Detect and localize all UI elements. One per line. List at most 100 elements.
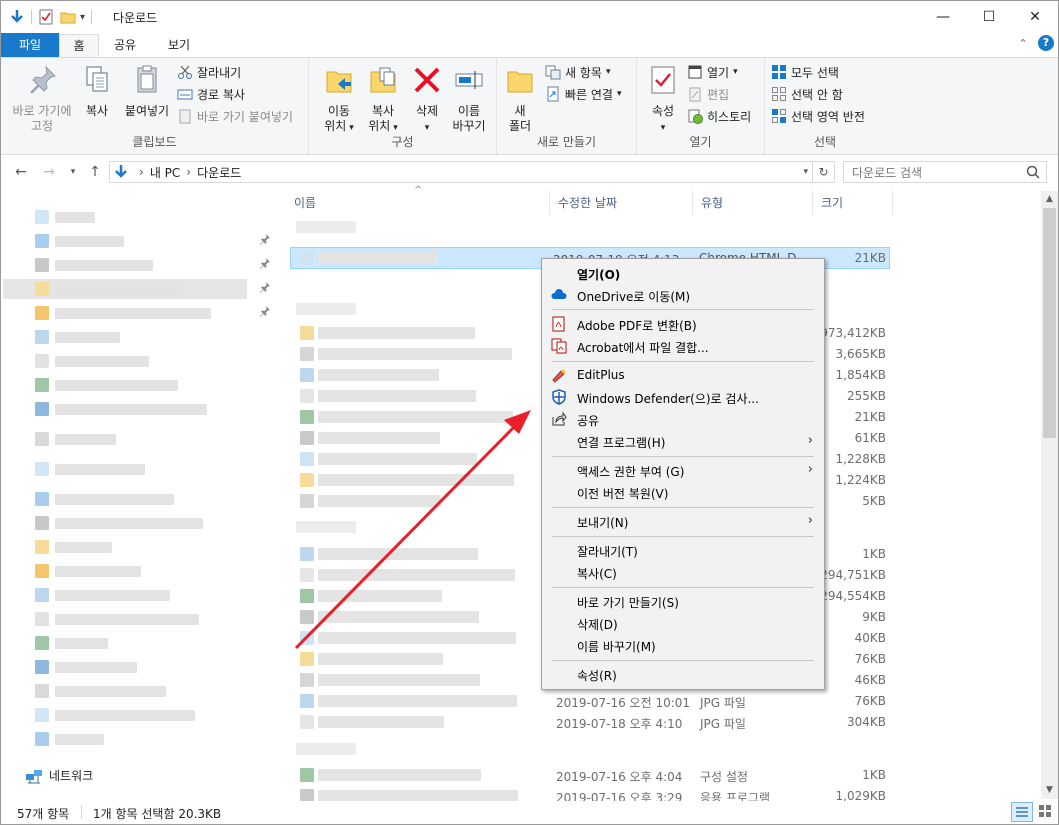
menu-item-cut[interactable]: 잘라내기(T) — [543, 539, 823, 561]
nav-item[interactable] — [25, 633, 225, 653]
new-item-button[interactable]: 새 항목 ▾ — [545, 62, 610, 82]
invert-selection-button[interactable]: 선택 영역 반전 — [771, 106, 865, 126]
nav-item[interactable] — [25, 459, 225, 479]
paste-button[interactable]: 붙여넣기 — [119, 64, 175, 119]
breadcrumb-downloads[interactable]: 다운로드 — [197, 164, 241, 181]
nav-item[interactable] — [25, 351, 225, 371]
new-folder-button[interactable]: 새 폴더 — [503, 64, 537, 134]
nav-item[interactable] — [25, 207, 225, 227]
nav-item[interactable] — [25, 585, 225, 605]
pin-icon[interactable] — [259, 281, 271, 296]
tab-home[interactable]: 홈 — [59, 34, 99, 57]
properties-button[interactable]: 속성 ▾ — [643, 64, 683, 136]
nav-item[interactable] — [25, 729, 225, 749]
column-header-name[interactable]: 이름 — [286, 191, 550, 215]
menu-item-rename[interactable]: 이름 바꾸기(M) — [543, 634, 823, 656]
nav-item[interactable] — [25, 681, 225, 701]
qat-dropdown-icon[interactable]: ▾ — [80, 12, 85, 23]
scroll-up-icon[interactable]: ▲ — [1041, 191, 1058, 208]
move-to-button[interactable]: 이동 위치 ▾ — [317, 64, 361, 136]
download-arrow-icon[interactable] — [9, 9, 25, 25]
menu-item-delete[interactable]: 삭제(D) — [543, 612, 823, 634]
table-row[interactable]: 2019-07-18 오후 4:10 JPG 파일 304KB — [290, 712, 890, 733]
copy-button[interactable]: 복사 — [77, 64, 117, 119]
vertical-scrollbar[interactable]: ▲ ▼ — [1041, 191, 1058, 799]
menu-item-open[interactable]: 열기(O) — [543, 262, 823, 284]
forward-arrow-icon[interactable]: → — [39, 162, 59, 182]
nav-item[interactable] — [25, 705, 225, 725]
back-arrow-icon[interactable]: ← — [11, 162, 31, 182]
rename-button[interactable]: 이름 바꾸기 — [447, 64, 491, 134]
search-input[interactable]: 다운로드 검색 — [843, 161, 1047, 183]
menu-item-properties[interactable]: 속성(R) — [543, 663, 823, 685]
nav-item[interactable] — [3, 279, 247, 299]
easy-access-button[interactable]: 빠른 연결 ▾ — [545, 84, 622, 104]
nav-item[interactable] — [25, 609, 225, 629]
recent-locations-icon[interactable]: ▾ — [63, 162, 83, 182]
edit-button[interactable]: 편집 — [687, 84, 729, 104]
nav-item[interactable] — [25, 231, 225, 251]
nav-item[interactable] — [25, 513, 225, 533]
address-dropdown-icon[interactable]: ▾ — [803, 167, 808, 177]
menu-item-create-shortcut[interactable]: 바로 가기 만들기(S) — [543, 590, 823, 612]
help-icon[interactable]: ? — [1035, 27, 1057, 59]
nav-item[interactable] — [25, 375, 225, 395]
menu-item-onedrive[interactable]: OneDrive로 이동(M) — [543, 284, 823, 306]
up-arrow-icon[interactable]: ↑ — [85, 162, 105, 182]
properties-check-icon[interactable] — [38, 9, 54, 25]
large-icons-view-icon[interactable] — [1035, 802, 1057, 822]
menu-item-give-access[interactable]: 액세스 권한 부여 (G) › — [543, 459, 823, 481]
nav-item[interactable] — [25, 537, 225, 557]
menu-item-adobe-pdf[interactable]: Adobe PDF로 변환(B) — [543, 313, 823, 335]
select-none-button[interactable]: 선택 안 함 — [771, 84, 843, 104]
scroll-down-icon[interactable]: ▼ — [1041, 782, 1058, 799]
new-folder-icon[interactable] — [60, 9, 76, 25]
details-view-icon[interactable] — [1011, 802, 1033, 822]
menu-item-defender-scan[interactable]: Windows Defender(으)로 검사... — [543, 386, 823, 408]
copy-path-button[interactable]: 경로 복사 — [177, 84, 245, 104]
history-button[interactable]: 히스토리 — [687, 106, 751, 126]
pin-icon[interactable] — [259, 233, 271, 248]
refresh-icon[interactable]: ↻ — [812, 162, 834, 182]
menu-item-acrobat-combine[interactable]: Acrobat에서 파일 결합... — [543, 335, 823, 357]
pin-to-quick-access-button[interactable]: 바로 가기에 고정 — [7, 64, 77, 134]
collapse-ribbon-icon[interactable]: ⌃ — [1011, 27, 1035, 59]
delete-button[interactable]: 삭제 ▾ — [407, 64, 447, 136]
nav-item[interactable] — [25, 255, 225, 275]
breadcrumb-pc[interactable]: 내 PC — [150, 164, 180, 181]
menu-item-editplus[interactable]: EditPlus — [543, 364, 823, 386]
menu-item-share[interactable]: 공유 — [543, 408, 823, 430]
nav-item[interactable] — [25, 303, 225, 323]
scroll-thumb[interactable] — [1043, 208, 1056, 438]
menu-item-send-to[interactable]: 보내기(N) › — [543, 510, 823, 532]
menu-item-open-with[interactable]: 연결 프로그램(H) › — [543, 430, 823, 452]
table-row[interactable]: 2019-07-16 오전 10:01 JPG 파일 76KB — [290, 691, 890, 712]
column-header-date[interactable]: 수정한 날짜 — [550, 191, 693, 215]
cut-button[interactable]: 잘라내기 — [177, 62, 241, 82]
pin-icon[interactable] — [259, 305, 271, 320]
nav-item[interactable] — [25, 399, 225, 419]
nav-item-network[interactable]: 네트워크 — [25, 767, 93, 784]
pin-icon[interactable] — [259, 257, 271, 272]
copy-to-button[interactable]: 복사 위치 ▾ — [361, 64, 405, 136]
tab-file[interactable]: 파일 — [1, 33, 59, 57]
select-all-button[interactable]: 모두 선택 — [771, 62, 839, 82]
menu-item-copy[interactable]: 복사(C) — [543, 561, 823, 583]
nav-item[interactable] — [25, 429, 225, 449]
column-header-size[interactable]: 크기 — [813, 191, 893, 215]
column-header-type[interactable]: 유형 — [693, 191, 813, 215]
nav-item[interactable] — [25, 657, 225, 677]
open-button[interactable]: 열기 ▾ — [687, 62, 738, 82]
address-input[interactable]: › 내 PC › 다운로드 ▾ ↻ — [109, 161, 835, 183]
nav-item[interactable] — [25, 561, 225, 581]
file-name-redacted — [318, 769, 481, 781]
tab-view[interactable]: 보기 — [158, 34, 200, 57]
tab-share[interactable]: 공유 — [104, 34, 146, 57]
minimize-button[interactable]: — — [920, 1, 966, 33]
nav-item[interactable] — [25, 489, 225, 509]
nav-item[interactable] — [25, 327, 225, 347]
maximize-button[interactable]: ☐ — [966, 1, 1012, 33]
menu-item-restore-previous[interactable]: 이전 버전 복원(V) — [543, 481, 823, 503]
paste-shortcut-button[interactable]: 바로 가기 붙여넣기 — [177, 106, 293, 126]
table-row[interactable]: 2019-07-16 오후 4:04 구성 설정 1KB — [290, 765, 890, 786]
